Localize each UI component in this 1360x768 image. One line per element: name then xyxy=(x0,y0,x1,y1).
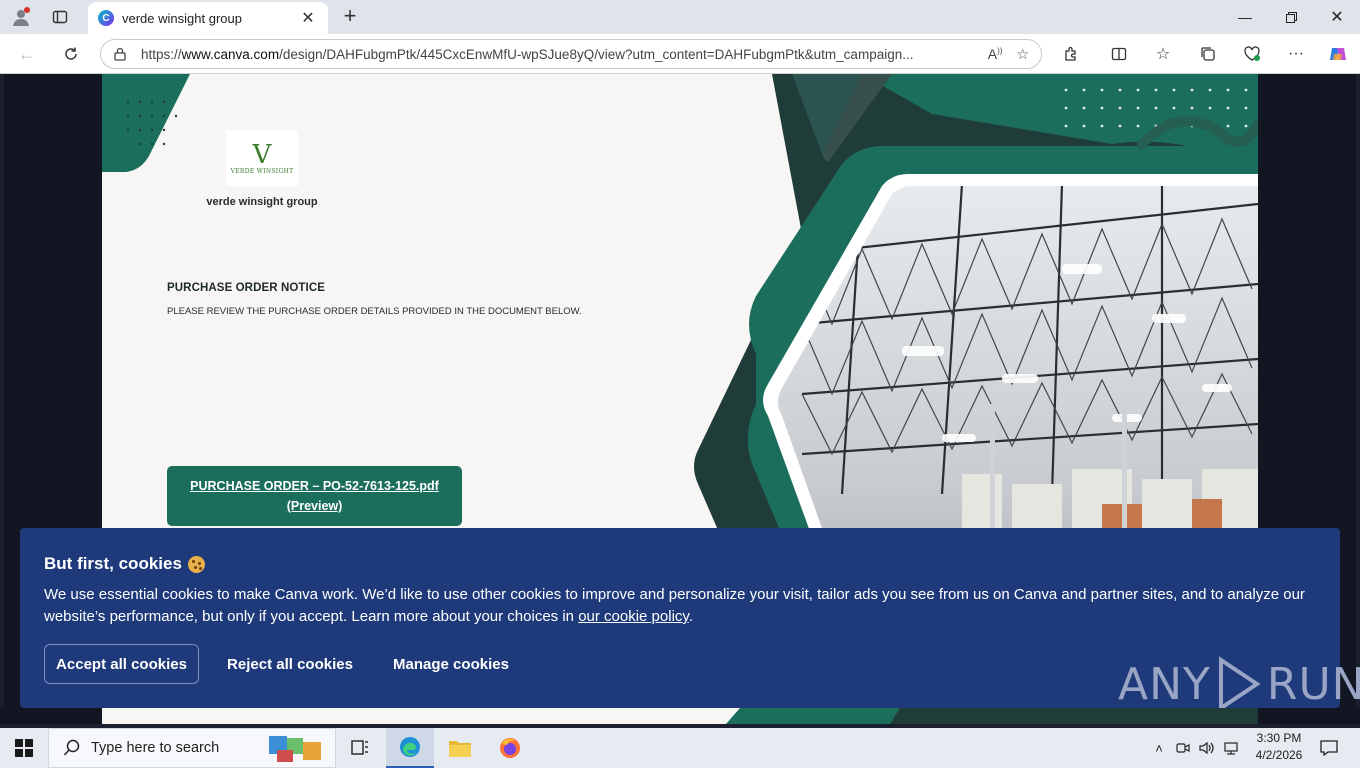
notifications-button[interactable] xyxy=(1316,728,1342,768)
back-button[interactable]: ← xyxy=(12,40,42,68)
tab-title: verde winsight group xyxy=(122,10,242,26)
windows-taskbar: Type here to search ˄ 3:30 PM 4/2/2026 xyxy=(0,728,1360,768)
extensions-icon[interactable] xyxy=(1060,43,1082,65)
collections-icon[interactable] xyxy=(1197,43,1219,65)
browser-essentials-icon[interactable] xyxy=(1241,43,1263,65)
windows-logo-icon xyxy=(15,739,33,757)
cookie-policy-link[interactable]: our cookie policy xyxy=(578,608,689,625)
search-icon xyxy=(63,739,80,756)
minimize-button[interactable]: — xyxy=(1222,0,1268,34)
network-icon[interactable] xyxy=(1222,728,1240,768)
cookie-banner-text: We use essential cookies to make Canva w… xyxy=(44,586,1305,625)
notification-icon xyxy=(1320,740,1338,756)
notice-title: PURCHASE ORDER NOTICE xyxy=(167,282,326,294)
taskbar-file-explorer[interactable] xyxy=(436,728,484,768)
company-logo: V VERDE WINSIGHT xyxy=(226,130,298,186)
refresh-button[interactable] xyxy=(56,40,86,68)
task-view-icon xyxy=(351,740,368,755)
cookie-icon xyxy=(187,555,205,573)
puzzle-pieces-icon xyxy=(269,736,321,762)
start-button[interactable] xyxy=(0,728,48,768)
po-link-filename[interactable]: PURCHASE ORDER – PO-52-7613-125.pdf xyxy=(190,476,439,496)
address-bar[interactable]: https://www.canva.com/design/DAHFubgmPtk… xyxy=(100,39,1042,69)
new-tab-button[interactable]: + xyxy=(338,4,362,28)
search-placeholder: Type here to search xyxy=(91,740,220,756)
notice-subtitle: PLEASE REVIEW THE PURCHASE ORDER DETAILS… xyxy=(167,306,582,317)
play-triangle-icon xyxy=(1218,656,1261,712)
workspaces-icon[interactable] xyxy=(47,5,73,29)
manage-cookies-button[interactable]: Manage cookies xyxy=(384,644,518,684)
taskbar-firefox[interactable] xyxy=(486,728,534,768)
favorite-star-icon[interactable]: ☆ xyxy=(1016,46,1029,63)
purchase-order-link-button[interactable]: PURCHASE ORDER – PO-52-7613-125.pdf (Pre… xyxy=(167,466,462,526)
browser-toolbar: ← https://www.canva.com/design/DAHFubgmP… xyxy=(0,34,1360,74)
meet-now-icon[interactable] xyxy=(1174,728,1192,768)
close-tab-icon[interactable]: ✕ xyxy=(298,8,318,28)
url-text: https://www.canva.com/design/DAHFubgmPtk… xyxy=(141,46,914,62)
profile-icon[interactable] xyxy=(8,5,34,29)
v-leaf-logo-icon: V xyxy=(252,139,272,170)
accept-all-cookies-button[interactable]: Accept all cookies xyxy=(44,644,199,684)
firefox-icon xyxy=(500,738,520,758)
split-screen-icon[interactable] xyxy=(1108,43,1130,65)
cookie-banner-title: But first, cookies xyxy=(44,554,205,574)
clock-date: 4/2/2026 xyxy=(1255,748,1303,762)
copilot-icon[interactable] xyxy=(1327,43,1349,65)
anyrun-watermark: ANY RUN xyxy=(1118,656,1360,712)
logo-text: VERDE WINSIGHT xyxy=(230,167,294,175)
close-window-button[interactable]: ✕ xyxy=(1314,0,1360,34)
lock-icon[interactable] xyxy=(113,47,127,61)
restore-button[interactable] xyxy=(1268,0,1314,34)
active-tab[interactable]: C verde winsight group ✕ xyxy=(88,2,328,34)
favorites-icon[interactable]: ☆ xyxy=(1152,43,1174,65)
read-aloud-icon[interactable]: A)) xyxy=(988,46,1003,62)
task-view-button[interactable] xyxy=(336,728,384,768)
volume-icon[interactable] xyxy=(1198,728,1216,768)
clock-time: 3:30 PM xyxy=(1256,731,1302,745)
system-clock[interactable]: 3:30 PM 4/2/2026 xyxy=(1246,730,1312,764)
tray-overflow-icon[interactable]: ˄ xyxy=(1150,728,1168,768)
cookie-banner: But first, cookies We use essential cook… xyxy=(20,528,1360,712)
canva-favicon-icon: C xyxy=(98,10,114,26)
taskbar-search[interactable]: Type here to search xyxy=(48,728,336,768)
edge-icon xyxy=(400,737,420,757)
po-link-preview[interactable]: (Preview) xyxy=(287,496,343,516)
company-name: verde winsight group xyxy=(206,196,318,208)
page-bottom-strip xyxy=(0,708,1360,724)
folder-icon xyxy=(449,741,471,757)
more-options-icon[interactable]: ··· xyxy=(1285,43,1307,65)
taskbar-edge[interactable] xyxy=(386,728,434,768)
reject-all-cookies-button[interactable]: Reject all cookies xyxy=(216,644,364,684)
tab-bar: C verde winsight group ✕ + — ✕ xyxy=(0,0,1360,34)
